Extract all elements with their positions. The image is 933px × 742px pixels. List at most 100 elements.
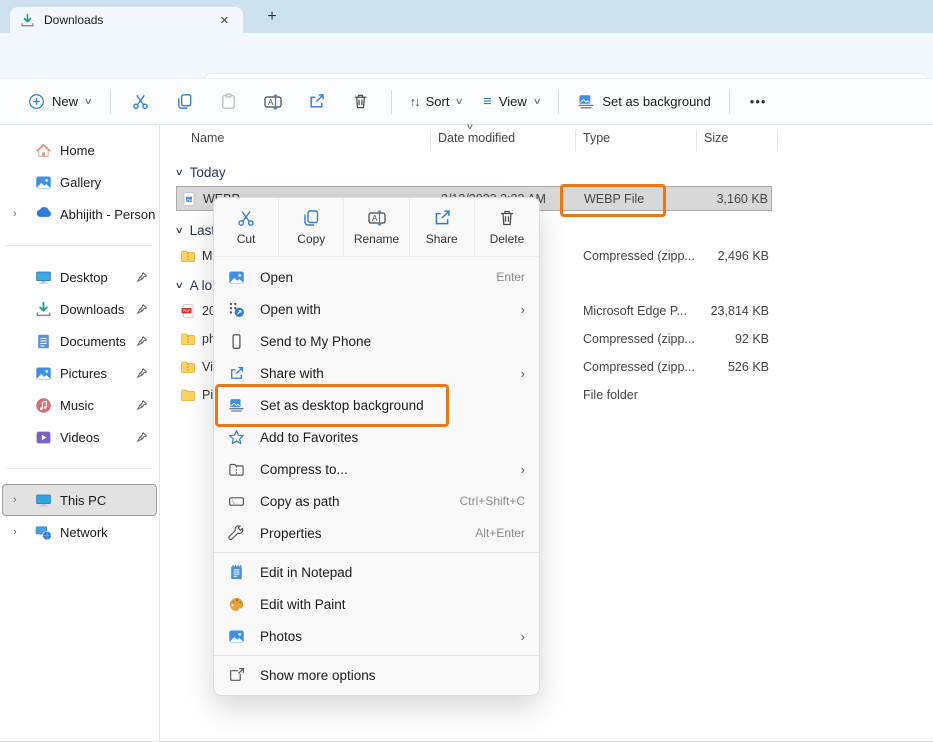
sidebar-item-this-pc[interactable]: › This PC <box>2 484 157 516</box>
column-divider[interactable] <box>696 130 697 151</box>
downloads-icon <box>35 301 52 318</box>
submenu-arrow-icon: › <box>521 366 525 381</box>
menu-item-show-more-options[interactable]: Show more options <box>214 659 539 691</box>
zip-folder-icon <box>180 359 196 375</box>
chevron-down-icon: ∨ <box>175 225 184 236</box>
home-icon <box>35 142 52 159</box>
column-divider[interactable] <box>575 130 576 151</box>
column-divider[interactable] <box>777 130 778 151</box>
cut-button[interactable]: Cut <box>214 198 278 256</box>
sidebar-item-network[interactable]: › Network <box>2 516 157 548</box>
chevron-down-icon: ∨ <box>455 96 464 107</box>
chevron-down-icon: ∨ <box>175 167 184 178</box>
sidebar-item-videos[interactable]: Videos <box>2 421 157 453</box>
chevron-right-icon[interactable]: › <box>13 208 27 220</box>
menu-item-open[interactable]: Open Enter <box>214 261 539 293</box>
close-tab-icon[interactable]: ✕ <box>216 14 233 27</box>
copy-path-icon: \.. <box>228 493 245 510</box>
share-button[interactable]: Share <box>409 198 474 256</box>
group-header-today[interactable]: ∨ Today <box>176 161 226 183</box>
file-type: File folder <box>583 382 638 407</box>
rename-button[interactable]: A Rename <box>343 198 408 256</box>
chevron-right-icon[interactable]: › <box>13 526 27 538</box>
more-options-button[interactable]: ••• <box>738 94 779 109</box>
phone-icon <box>228 333 245 350</box>
menu-item-properties[interactable]: Properties Alt+Enter <box>214 517 539 549</box>
group-header-a-long-time-ago[interactable]: ∨ A lo <box>176 274 212 296</box>
zip-folder-icon <box>180 248 196 264</box>
sidebar-item-documents[interactable]: Documents <box>2 325 157 357</box>
rename-icon: A <box>367 208 387 228</box>
expand-icon <box>228 667 245 684</box>
set-as-background-button[interactable]: Set as background <box>567 85 720 119</box>
sort-button[interactable]: ↑↓ Sort ∨ <box>400 85 473 119</box>
menu-item-compress-to[interactable]: Compress to... › <box>214 453 539 485</box>
column-divider[interactable] <box>430 130 431 151</box>
menu-item-edit-with-paint[interactable]: Edit with Paint <box>214 588 539 620</box>
menu-divider <box>214 655 539 656</box>
tab-downloads[interactable]: Downloads ✕ <box>10 7 243 33</box>
rename-button[interactable]: A <box>251 85 295 119</box>
photos-icon <box>228 269 245 286</box>
group-label: Last <box>190 223 216 238</box>
new-tab-button[interactable]: + <box>258 5 286 29</box>
paste-button[interactable] <box>207 85 251 119</box>
sidebar-item-label: This PC <box>60 493 156 508</box>
navigation-pane: Home Gallery › Abhijith - Personal Deskt… <box>0 125 160 742</box>
sidebar-item-music[interactable]: Music <box>2 389 157 421</box>
sort-indicator-icon: ∨ <box>466 122 475 131</box>
view-button[interactable]: ≡ View ∨ <box>473 85 550 119</box>
sidebar-item-gallery[interactable]: Gallery <box>2 166 157 198</box>
paint-icon <box>228 596 245 613</box>
menu-item-open-with[interactable]: Open with › <box>214 293 539 325</box>
column-header-name[interactable]: Name <box>191 131 224 145</box>
onedrive-icon <box>35 206 52 223</box>
sidebar-item-label: Gallery <box>60 175 156 190</box>
toolbar-divider <box>391 90 392 114</box>
column-header-type[interactable]: Type <box>583 131 610 145</box>
pictures-icon <box>35 365 52 382</box>
cut-icon <box>236 208 256 228</box>
column-header-size[interactable]: Size <box>704 131 728 145</box>
pin-icon <box>136 399 148 411</box>
file-type: Compressed (zipp... <box>583 326 695 351</box>
menu-item-add-to-favorites[interactable]: Add to Favorites <box>214 421 539 453</box>
chevron-right-icon[interactable]: › <box>13 494 27 506</box>
menu-item-share-with[interactable]: Share with › <box>214 357 539 389</box>
notepad-icon <box>228 564 245 581</box>
file-name: Vi <box>202 360 213 374</box>
sidebar-item-downloads[interactable]: Downloads <box>2 293 157 325</box>
share-icon <box>432 208 452 228</box>
delete-button[interactable]: Delete <box>474 198 539 256</box>
sidebar-item-onedrive-personal[interactable]: › Abhijith - Personal <box>2 198 157 230</box>
sort-arrows-icon: ↑↓ <box>410 94 419 109</box>
sidebar-item-desktop[interactable]: Desktop <box>2 261 157 293</box>
this-pc-icon <box>35 492 52 509</box>
menu-item-photos[interactable]: Photos › <box>214 620 539 652</box>
group-header-last[interactable]: ∨ Last <box>176 219 215 241</box>
sidebar-divider <box>6 468 153 469</box>
menu-item-copy-as-path[interactable]: \.. Copy as path Ctrl+Shift+C <box>214 485 539 517</box>
menu-divider <box>214 552 539 553</box>
share-button[interactable] <box>295 85 339 119</box>
folder-icon <box>180 387 196 403</box>
submenu-arrow-icon: › <box>521 629 525 644</box>
svg-text:\..: \.. <box>232 499 236 505</box>
copy-button[interactable]: Copy <box>278 198 343 256</box>
share-label: Share <box>426 232 458 246</box>
delete-button[interactable] <box>339 85 383 119</box>
chevron-down-icon: ∨ <box>175 280 184 291</box>
column-header-date-modified[interactable]: Date modified <box>438 131 515 145</box>
delete-icon <box>497 208 517 228</box>
copy-button[interactable] <box>163 85 207 119</box>
new-button[interactable]: New ∨ <box>18 85 102 119</box>
menu-item-edit-in-notepad[interactable]: Edit in Notepad <box>214 556 539 588</box>
sort-button-label: Sort <box>426 94 450 109</box>
sidebar-item-home[interactable]: Home <box>2 134 157 166</box>
menu-item-set-as-desktop-background[interactable]: Set as desktop background <box>214 389 539 421</box>
sidebar-item-pictures[interactable]: Pictures <box>2 357 157 389</box>
group-label: A lo <box>190 278 213 293</box>
compress-icon <box>228 461 245 478</box>
cut-button[interactable] <box>119 85 163 119</box>
menu-item-send-to-my-phone[interactable]: Send to My Phone <box>214 325 539 357</box>
